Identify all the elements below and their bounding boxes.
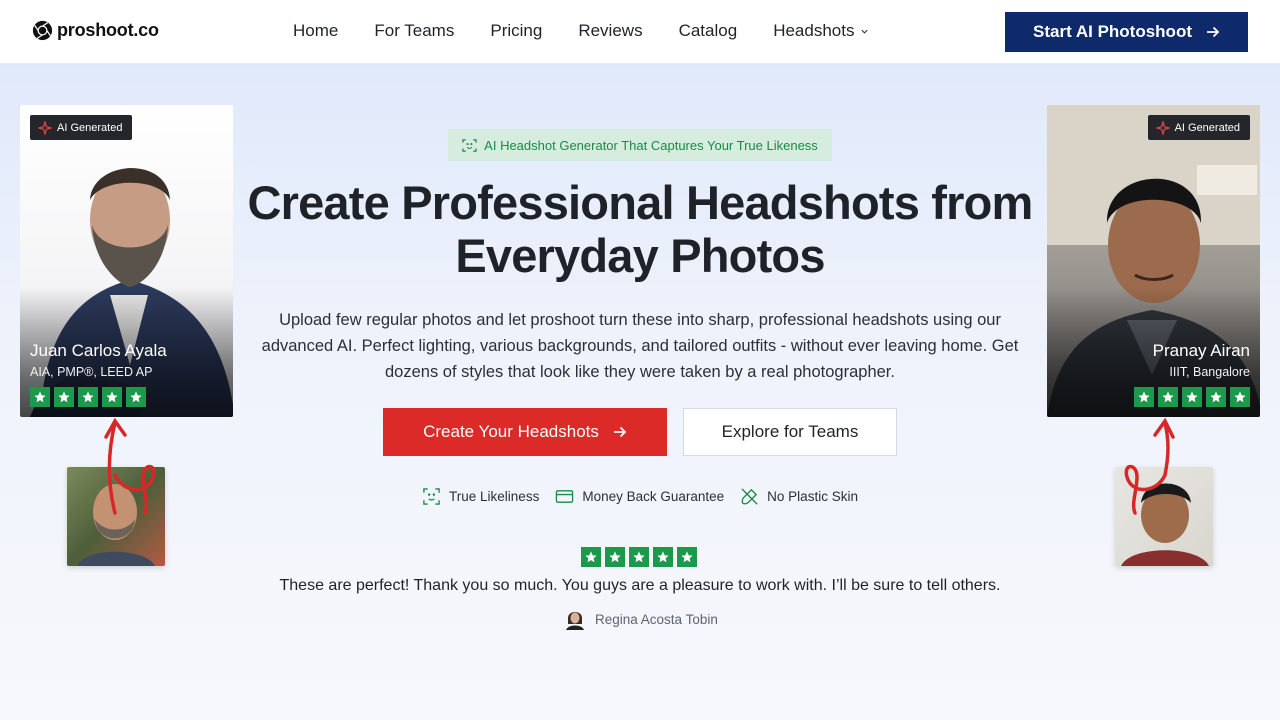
hero-title: Create Professional Headshots from Every…	[200, 176, 1080, 282]
star-icon	[605, 547, 625, 567]
ai-generated-badge: AI Generated	[30, 115, 133, 140]
person-role: AIA, PMP®, LEED AP	[30, 365, 153, 379]
review-quote: These are perfect! Thank you so much. Yo…	[279, 577, 1001, 594]
logo-text: proshoot.co	[57, 20, 159, 40]
nav-reviews[interactable]: Reviews	[578, 21, 642, 41]
feature-list: True Likeliness Money Back Guarantee No …	[0, 487, 1280, 506]
rating-stars	[30, 387, 146, 407]
star-icon	[78, 387, 98, 407]
ai-generated-badge: AI Generated	[1147, 115, 1250, 140]
arrow-right-icon	[613, 426, 627, 438]
logo-link[interactable]: proshoot.co	[32, 20, 159, 41]
hero-title-line1: Create Professional Headshots from	[247, 176, 1033, 229]
hero-title-line2: Everyday Photos	[455, 229, 825, 282]
aperture-logo-icon	[32, 20, 53, 41]
star-icon	[1134, 387, 1154, 407]
hero-subtitle: Upload few regular photos and let prosho…	[261, 311, 1019, 381]
star-icon	[677, 547, 697, 567]
credit-card-icon	[556, 490, 574, 503]
star-icon	[653, 547, 673, 567]
review-rating-stars	[581, 547, 697, 567]
person-name: Juan Carlos Ayala	[30, 341, 167, 360]
feature-label: No Plastic Skin	[767, 489, 858, 504]
feature-label: True Likeliness	[449, 489, 540, 504]
reviewer: Regina Acosta Tobin	[565, 608, 718, 630]
sparkle-icon	[38, 120, 52, 135]
person-name: Pranay Airan	[1152, 341, 1250, 360]
person-role: IIIT, Bangalore	[1169, 365, 1250, 379]
tagline-text: AI Headshot Generator That Captures Your…	[484, 137, 818, 153]
face-scan-icon	[462, 138, 477, 152]
no-brush-icon	[741, 488, 758, 505]
star-icon	[1182, 387, 1202, 407]
star-icon	[54, 387, 74, 407]
ai-generated-label: AI Generated	[1174, 121, 1240, 134]
star-icon	[30, 387, 50, 407]
start-photoshoot-button[interactable]: Start AI Photoshoot	[1005, 12, 1248, 52]
avatar	[566, 612, 584, 630]
star-icon	[1206, 387, 1226, 407]
nav-pricing[interactable]: Pricing	[490, 21, 542, 41]
create-headshots-button[interactable]: Create Your Headshots	[383, 408, 667, 456]
ai-generated-label: AI Generated	[57, 121, 123, 134]
feature-label: Money Back Guarantee	[582, 489, 725, 504]
main-nav: Home For Teams Pricing Reviews Catalog H…	[293, 21, 869, 41]
star-icon	[581, 547, 601, 567]
top-navbar: proshoot.co Home For Teams Pricing Revie…	[0, 0, 1280, 64]
face-scan-icon	[423, 488, 440, 505]
nav-headshots-label: Headshots	[773, 21, 855, 40]
rating-stars	[1134, 387, 1250, 407]
star-icon	[1230, 387, 1250, 407]
star-icon	[1158, 387, 1178, 407]
feature-no-plastic-skin: No Plastic Skin	[740, 487, 858, 506]
nav-catalog[interactable]: Catalog	[679, 21, 738, 41]
arrow-right-icon	[1206, 26, 1220, 38]
nav-for-teams[interactable]: For Teams	[374, 21, 454, 41]
star-icon	[629, 547, 649, 567]
star-icon	[126, 387, 146, 407]
feature-money-back: Money Back Guarantee	[555, 487, 724, 506]
reviewer-name: Regina Acosta Tobin	[595, 611, 718, 627]
nav-headshots-dropdown[interactable]: Headshots	[773, 21, 869, 41]
hero-tagline-badge: AI Headshot Generator That Captures Your…	[448, 129, 832, 161]
feature-true-likeliness: True Likeliness	[422, 487, 539, 506]
chevron-down-icon	[861, 29, 869, 34]
explore-teams-button[interactable]: Explore for Teams	[683, 408, 897, 456]
star-icon	[102, 387, 122, 407]
start-photoshoot-label: Start AI Photoshoot	[1033, 22, 1192, 41]
sparkle-icon	[1155, 120, 1170, 135]
nav-home[interactable]: Home	[293, 21, 338, 41]
create-headshots-label: Create Your Headshots	[423, 422, 599, 441]
